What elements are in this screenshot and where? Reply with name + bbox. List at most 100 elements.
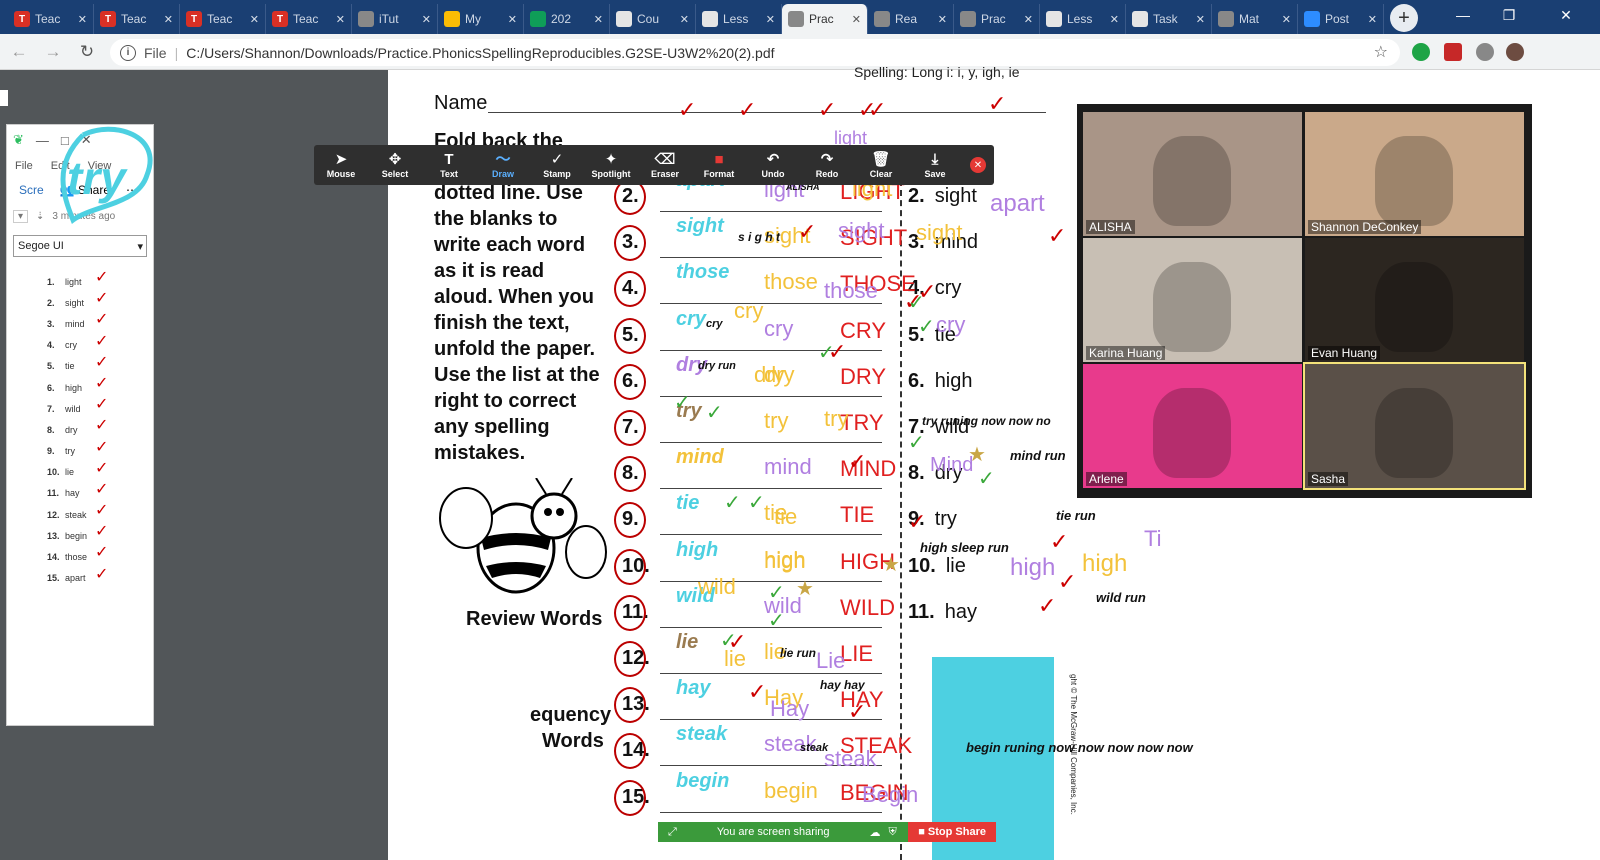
- video-tile-sasha[interactable]: Sasha: [1303, 362, 1526, 490]
- tool-select-button[interactable]: ✥ Select: [368, 145, 422, 185]
- tab-close-icon[interactable]: ✕: [1196, 13, 1205, 26]
- list-num: 12.: [47, 509, 60, 520]
- tab-12[interactable]: Less ✕: [1040, 4, 1126, 34]
- tool-text-button[interactable]: T Text: [422, 145, 476, 185]
- undo-icon: ↶: [766, 151, 780, 168]
- instruction-line: any spelling: [434, 416, 550, 438]
- participant-name: Karina Huang: [1086, 346, 1166, 360]
- tab-close-icon[interactable]: ✕: [938, 13, 947, 26]
- cyan-word: mind: [676, 446, 724, 469]
- tab-9[interactable]: Prac ✕: [782, 4, 868, 34]
- tool-stamp-button[interactable]: ✓ Stamp: [530, 145, 584, 185]
- black-annotation: wild run: [1096, 590, 1146, 605]
- dropdown-icon[interactable]: ▾: [13, 209, 29, 223]
- video-tile-evan-huang[interactable]: Evan Huang: [1305, 238, 1524, 362]
- tab-close-icon[interactable]: ✕: [852, 13, 861, 26]
- stamp-icon: ✓: [550, 151, 564, 168]
- tool-format-button[interactable]: ■ Format: [692, 145, 746, 185]
- address-bar[interactable]: i File | C:/Users/Shannon/Downloads/Prac…: [110, 39, 1400, 66]
- grammarly-extension-icon[interactable]: [1412, 43, 1430, 61]
- new-tab-button[interactable]: +: [1390, 4, 1418, 32]
- video-tile-alisha[interactable]: ALISHA: [1083, 112, 1302, 236]
- tab-14[interactable]: Mat ✕: [1212, 4, 1298, 34]
- red-check-mark: ✓: [95, 309, 109, 329]
- tab-close-icon[interactable]: ✕: [1368, 13, 1377, 26]
- red-check-mark: ✓: [95, 436, 109, 456]
- tool-save-button[interactable]: ⤓ Save: [908, 145, 962, 185]
- profile-avatar[interactable]: [1506, 43, 1524, 61]
- tab-close-icon[interactable]: ✕: [164, 13, 173, 26]
- tab-close-icon[interactable]: ✕: [78, 13, 87, 26]
- tab-6[interactable]: 202 ✕: [524, 4, 610, 34]
- video-tile-arlene[interactable]: Arlene: [1083, 364, 1302, 488]
- video-tile-karina-huang[interactable]: Karina Huang: [1083, 238, 1302, 362]
- tool-undo-button[interactable]: ↶ Undo: [746, 145, 800, 185]
- tab-label: Teac: [207, 12, 233, 26]
- participant-video: [1375, 136, 1453, 226]
- tool-clear-button[interactable]: 🗑 Clear: [854, 145, 908, 185]
- cyan-word: those: [676, 261, 730, 284]
- reload-icon[interactable]: ↻: [72, 37, 102, 67]
- tab-13[interactable]: Task ✕: [1126, 4, 1212, 34]
- tab-3[interactable]: T Teac ✕: [266, 4, 352, 34]
- ublock-extension-icon[interactable]: [1444, 43, 1462, 61]
- list-num: 13.: [47, 530, 60, 541]
- tab-15[interactable]: Post ✕: [1298, 4, 1384, 34]
- tab-close-icon[interactable]: ✕: [766, 13, 775, 26]
- tab-5[interactable]: My ✕: [438, 4, 524, 34]
- answer-line: [660, 211, 882, 212]
- back-icon[interactable]: ←: [4, 37, 34, 67]
- close-annotation-icon[interactable]: ✕: [970, 157, 986, 173]
- minimize-icon[interactable]: —: [1440, 0, 1486, 30]
- green-check-mark: ✓: [748, 490, 765, 514]
- tool-draw-button[interactable]: 〜 Draw: [476, 145, 530, 185]
- tab-11[interactable]: Prac ✕: [954, 4, 1040, 34]
- tab-close-icon[interactable]: ✕: [1282, 13, 1291, 26]
- tab-close-icon[interactable]: ✕: [508, 13, 517, 26]
- tab-10[interactable]: Rea ✕: [868, 4, 954, 34]
- tab-close-icon[interactable]: ✕: [250, 13, 259, 26]
- tab-1[interactable]: T Teac ✕: [94, 4, 180, 34]
- video-tile-shannon-deconkey[interactable]: Shannon DeConkey: [1305, 112, 1524, 236]
- cyan-word: steak: [676, 723, 728, 746]
- tab-0[interactable]: T Teac ✕: [8, 4, 94, 34]
- tool-label: Select: [381, 169, 409, 179]
- tab-label: Less: [723, 12, 749, 26]
- tab-close-icon[interactable]: ✕: [422, 13, 431, 26]
- screen-label[interactable]: Scre: [19, 183, 44, 197]
- forward-icon[interactable]: →: [38, 37, 68, 67]
- red-circle: [614, 779, 646, 816]
- instruction-line: mistakes.: [434, 442, 526, 464]
- itutor-icon: [358, 11, 374, 27]
- info-icon[interactable]: i: [120, 44, 136, 61]
- bookmark-star-icon[interactable]: ☆: [1374, 42, 1388, 62]
- tab-close-icon[interactable]: ✕: [1024, 13, 1033, 26]
- gold-word: wild: [698, 574, 736, 599]
- tool-mouse-button[interactable]: ➤ Mouse: [314, 145, 368, 185]
- red-check-mark: ✓: [95, 267, 109, 286]
- cyan-word: high: [676, 538, 719, 561]
- share-drag-icon[interactable]: ⤢: [658, 826, 687, 839]
- close-window-icon[interactable]: ✕: [1532, 0, 1600, 30]
- red-check-mark: ✓: [95, 351, 109, 371]
- tab-close-icon[interactable]: ✕: [336, 13, 345, 26]
- tab-2[interactable]: T Teac ✕: [180, 4, 266, 34]
- tool-redo-button[interactable]: ↷ Redo: [800, 145, 854, 185]
- tab-close-icon[interactable]: ✕: [1110, 13, 1119, 26]
- tab-close-icon[interactable]: ✕: [680, 13, 689, 26]
- stop-share-button[interactable]: ■ Stop Share: [908, 822, 996, 842]
- name-label: Name: [434, 92, 488, 114]
- tool-eraser-button[interactable]: ⌫ Eraser: [638, 145, 692, 185]
- tool-spotlight-button[interactable]: ✦ Spotlight: [584, 145, 638, 185]
- tab-4[interactable]: iTut ✕: [352, 4, 438, 34]
- tab-close-icon[interactable]: ✕: [594, 13, 603, 26]
- restore-icon[interactable]: ❐: [1486, 0, 1532, 30]
- tab-8[interactable]: Less ✕: [696, 4, 782, 34]
- menu-file[interactable]: File: [15, 160, 33, 172]
- font-select[interactable]: Segoe UI ▾: [13, 235, 147, 257]
- extensions-puzzle-icon[interactable]: [1476, 43, 1494, 61]
- tool-label: Redo: [815, 169, 839, 179]
- tab-7[interactable]: Cou ✕: [610, 4, 696, 34]
- chevron-down-icon: ▾: [137, 240, 143, 253]
- entry-word: sight: [934, 185, 977, 207]
